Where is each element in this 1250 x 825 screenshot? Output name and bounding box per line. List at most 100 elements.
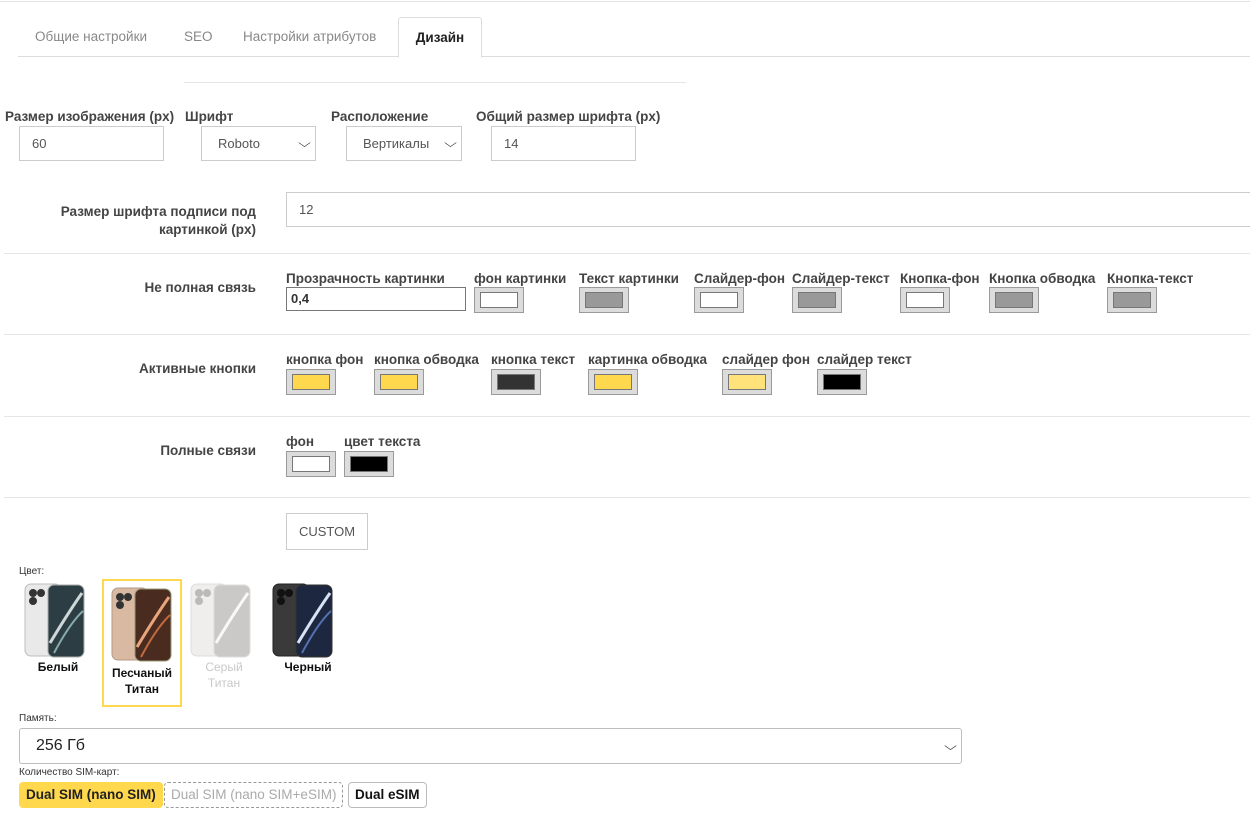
full-links-label: Полные связи — [160, 443, 256, 458]
layout-select[interactable]: Вертикалы ⌵ — [346, 126, 462, 161]
row-divider — [4, 416, 1250, 417]
memory-label: Память: — [19, 713, 57, 724]
picture-bg-swatch[interactable] — [474, 287, 524, 313]
custom-button[interactable]: CUSTOM — [286, 513, 368, 550]
active-img-border-fill — [594, 374, 632, 390]
color-name: Песчаный Титан — [112, 666, 173, 696]
section-divider — [184, 82, 686, 83]
button-border-swatch[interactable] — [989, 287, 1039, 313]
picture-text-label: Текст картинки — [579, 271, 679, 286]
opacity-label: Прозрачность картинки — [286, 271, 445, 286]
phone-gray-image — [190, 583, 252, 659]
phone-icon — [190, 583, 251, 658]
image-size-label: Размер изображения (px) — [5, 109, 175, 124]
full-bg-label: фон — [286, 434, 315, 449]
button-bg-fill — [906, 292, 944, 308]
button-bg-swatch[interactable] — [900, 287, 950, 313]
active-btn-border-label: кнопка обводка — [374, 352, 479, 367]
color-name: Белый — [37, 660, 79, 674]
tab-seo[interactable]: SEO — [184, 17, 213, 57]
caption-font-label: Размер шрифта подписи под картинкой (px) — [60, 204, 256, 237]
button-bg-label: Кнопка-фон — [900, 271, 980, 286]
opacity-input[interactable]: 0,4 — [286, 287, 466, 311]
active-slider-text-swatch[interactable] — [817, 369, 867, 395]
active-btn-text-fill — [497, 374, 535, 390]
slider-text-fill — [798, 292, 836, 308]
active-buttons-label: Активные кнопки — [138, 361, 256, 376]
active-slider-bg-fill — [728, 374, 766, 390]
active-btn-text-swatch[interactable] — [491, 369, 541, 395]
memory-select-value: 256 Гб — [36, 737, 85, 754]
color-option-black[interactable]: Черный — [272, 583, 344, 675]
phone-icon — [111, 587, 172, 662]
phone-black-image — [272, 583, 334, 659]
row-divider — [4, 497, 1250, 498]
font-select-value: Roboto — [218, 136, 260, 151]
active-slider-bg-swatch[interactable] — [722, 369, 772, 395]
active-slider-text-fill — [823, 374, 861, 390]
picture-text-fill — [585, 292, 623, 308]
color-name: Черный — [284, 660, 332, 674]
sim-option-dual-esim[interactable]: Dual eSIM — [348, 782, 427, 808]
font-size-input[interactable]: 14 — [491, 126, 636, 161]
active-slider-text-label: слайдер текст — [817, 352, 912, 367]
slider-bg-label: Слайдер-фон — [694, 271, 785, 286]
full-text-color-swatch[interactable] — [344, 451, 394, 477]
button-border-label: Кнопка обводка — [989, 271, 1096, 286]
active-slider-bg-label: слайдер фон — [722, 352, 811, 367]
color-name: Серый Титан — [205, 660, 243, 690]
font-select[interactable]: Roboto ⌵ — [201, 126, 316, 161]
button-border-fill — [995, 292, 1033, 308]
full-text-color-fill — [350, 456, 388, 472]
chevron-down-icon: ⌵ — [444, 136, 457, 150]
chevron-down-icon: ⌵ — [944, 739, 957, 753]
phone-icon — [272, 583, 333, 658]
row-divider — [4, 334, 1250, 335]
picture-bg-label: фон картинки — [474, 271, 567, 286]
phone-sand-image — [111, 587, 173, 663]
sim-option-nano-esim[interactable]: Dual SIM (nano SIM+eSIM) — [164, 782, 344, 808]
active-btn-bg-label: кнопка фон — [286, 352, 364, 367]
layout-select-value: Вертикалы — [363, 136, 430, 151]
image-size-input[interactable]: 60 — [19, 126, 164, 161]
sim-count-label: Количество SIM-карт: — [19, 767, 120, 778]
color-option-sand-titan[interactable]: Песчаный Титан — [102, 579, 182, 707]
top-border — [0, 1, 1250, 2]
slider-text-swatch[interactable] — [792, 287, 842, 313]
tab-design[interactable]: Дизайн — [398, 17, 482, 58]
tab-attributes[interactable]: Настройки атрибутов — [243, 17, 376, 57]
full-text-color-label: цвет текста — [344, 434, 421, 449]
chevron-down-icon: ⌵ — [298, 136, 311, 150]
active-img-border-label: картинка обводка — [588, 352, 708, 367]
settings-tabs: Общие настройки SEO Настройки атрибутов … — [18, 17, 1250, 58]
button-text-fill — [1113, 292, 1151, 308]
color-label: Цвет: — [19, 566, 45, 577]
picture-bg-fill — [480, 292, 518, 308]
slider-bg-swatch[interactable] — [694, 287, 744, 313]
font-label: Шрифт — [185, 109, 234, 124]
full-bg-fill — [292, 456, 330, 472]
button-text-label: Кнопка-текст — [1107, 271, 1194, 286]
phone-icon — [24, 583, 85, 658]
button-text-swatch[interactable] — [1107, 287, 1157, 313]
active-btn-text-label: кнопка текст — [491, 352, 576, 367]
active-img-border-swatch[interactable] — [588, 369, 638, 395]
tab-general[interactable]: Общие настройки — [35, 17, 147, 57]
sim-option-nano[interactable]: Dual SIM (nano SIM) — [19, 782, 163, 808]
row-divider — [4, 253, 1250, 254]
slider-text-label: Слайдер-текст — [792, 271, 890, 286]
active-btn-bg-swatch[interactable] — [286, 369, 336, 395]
color-option-white[interactable]: Белый — [22, 583, 94, 675]
phone-white-image — [24, 583, 86, 659]
active-btn-border-fill — [380, 374, 418, 390]
active-btn-border-swatch[interactable] — [374, 369, 424, 395]
caption-font-input[interactable]: 12 — [286, 192, 1250, 227]
memory-select[interactable]: 256 Гб ⌵ — [19, 728, 962, 764]
partial-link-label: Не полная связь — [144, 280, 256, 295]
active-btn-bg-fill — [292, 374, 330, 390]
font-size-label: Общий размер шрифта (px) — [476, 109, 661, 124]
picture-text-swatch[interactable] — [579, 287, 629, 313]
slider-bg-fill — [700, 292, 738, 308]
full-bg-swatch[interactable] — [286, 451, 336, 477]
color-option-gray-titan[interactable]: Серый Титан — [188, 583, 260, 691]
